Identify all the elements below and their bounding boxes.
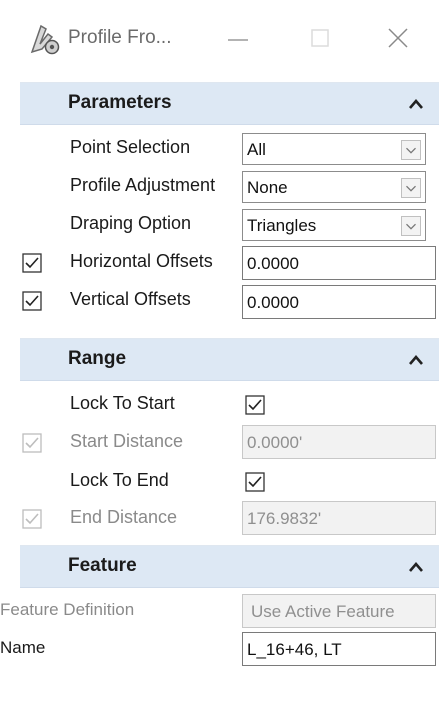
- maximize-icon[interactable]: [302, 24, 338, 54]
- horizontal-offsets-label: Horizontal Offsets: [70, 251, 213, 271]
- feature-title: Feature: [68, 555, 137, 576]
- feature-definition-label: Feature Definition: [0, 600, 135, 619]
- lock-to-end-label: Lock To End: [70, 470, 169, 490]
- start-distance-label: Start Distance: [70, 431, 184, 451]
- name-input[interactable]: L_16+46, LT: [242, 632, 436, 666]
- chevron-down-icon[interactable]: [401, 216, 421, 236]
- end-distance-checkbox: [22, 509, 42, 529]
- start-distance-checkbox: [22, 433, 42, 453]
- profile-adjustment-value: None: [247, 178, 288, 197]
- name-value: L_16+46, LT: [247, 640, 342, 659]
- end-distance-value: 176.9832': [247, 509, 322, 528]
- vertical-offsets-checkbox[interactable]: [22, 291, 42, 311]
- end-distance-label: End Distance: [70, 507, 178, 527]
- collapse-caret-icon[interactable]: [409, 561, 423, 573]
- feature-header[interactable]: Feature: [20, 546, 439, 588]
- profile-adjustment-select[interactable]: None: [242, 171, 426, 203]
- collapse-caret-icon[interactable]: [409, 98, 423, 110]
- chevron-down-icon[interactable]: [401, 140, 421, 160]
- point-selection-label: Point Selection: [70, 137, 191, 157]
- draping-option-value: Triangles: [247, 216, 317, 235]
- end-distance-input: 176.9832': [242, 501, 436, 535]
- lock-to-start-checkbox[interactable]: [245, 395, 265, 415]
- point-selection-value: All: [247, 140, 266, 159]
- name-label: Name: [0, 638, 46, 657]
- start-distance-input: 0.0000': [242, 425, 436, 459]
- horizontal-offsets-value: 0.0000: [247, 254, 299, 273]
- lock-to-end-checkbox[interactable]: [245, 472, 265, 492]
- range-panel: Range Lock To Start Start Distance 0.000…: [20, 338, 439, 535]
- feature-definition-input: Use Active Feature: [242, 594, 436, 628]
- close-icon[interactable]: [380, 24, 416, 54]
- chevron-down-icon[interactable]: [401, 178, 421, 198]
- profile-adjustment-label: Profile Adjustment: [70, 175, 216, 195]
- horizontal-offsets-checkbox[interactable]: [22, 253, 42, 273]
- start-distance-value: 0.0000': [247, 433, 303, 452]
- draping-option-label: Draping Option: [70, 213, 192, 233]
- window-title: Profile Fro...: [68, 27, 172, 48]
- horizontal-offsets-input[interactable]: 0.0000: [242, 246, 436, 280]
- point-selection-select[interactable]: All: [242, 133, 426, 165]
- parameters-header[interactable]: Parameters: [20, 83, 439, 125]
- lock-to-start-label: Lock To Start: [70, 393, 175, 413]
- collapse-caret-icon[interactable]: [409, 354, 423, 366]
- vertical-offsets-label: Vertical Offsets: [70, 289, 191, 309]
- vertical-offsets-input[interactable]: 0.0000: [242, 285, 436, 319]
- parameters-panel: Parameters Point Selection All Profile A…: [20, 82, 439, 327]
- title-bar: Profile Fro...: [0, 0, 439, 80]
- profile-tool-icon: [30, 24, 60, 55]
- range-header[interactable]: Range: [20, 339, 439, 381]
- vertical-offsets-value: 0.0000: [247, 293, 299, 312]
- parameters-title: Parameters: [68, 92, 172, 113]
- feature-panel: Feature Feature Definition Use Active Fe…: [0, 545, 439, 701]
- range-title: Range: [68, 348, 127, 369]
- draping-option-select[interactable]: Triangles: [242, 209, 426, 241]
- feature-definition-value: Use Active Feature: [251, 602, 395, 621]
- minimize-icon[interactable]: [220, 24, 256, 54]
